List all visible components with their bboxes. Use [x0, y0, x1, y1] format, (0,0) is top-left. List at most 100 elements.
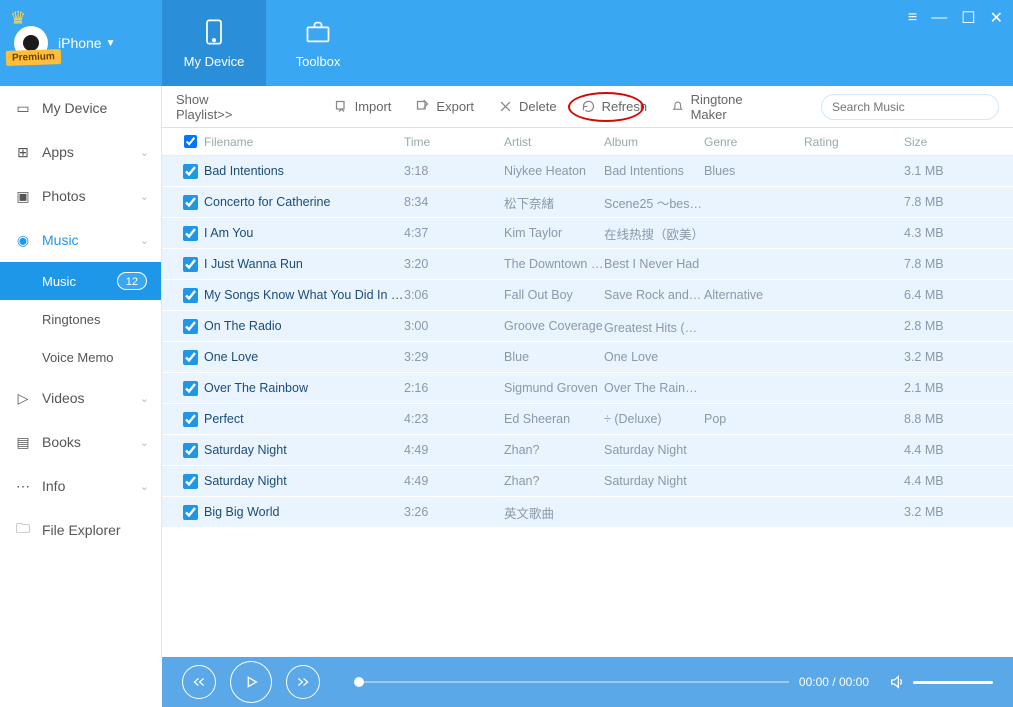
cell-size: 7.8 MB — [904, 257, 984, 271]
sidebar-item-label: Info — [42, 478, 65, 494]
row-checkbox[interactable] — [183, 381, 198, 396]
col-rating[interactable]: Rating — [804, 135, 904, 149]
col-artist[interactable]: Artist — [504, 135, 604, 149]
prev-button[interactable] — [182, 665, 216, 699]
sidebar-sub-voice-memo[interactable]: Voice Memo — [0, 338, 161, 376]
progress-bar[interactable]: 00:00 / 00:00 — [354, 675, 869, 689]
cell-artist: Ed Sheeran — [504, 412, 604, 426]
col-genre[interactable]: Genre — [704, 135, 804, 149]
cell-size: 4.3 MB — [904, 226, 984, 240]
volume-bar[interactable] — [913, 681, 993, 684]
device-selector[interactable]: iPhone ▼ — [58, 35, 116, 51]
table-row[interactable]: Saturday Night4:49Zhan?Saturday Night4.4… — [162, 435, 1013, 466]
cell-size: 4.4 MB — [904, 474, 984, 488]
menu-icon[interactable]: ≡ — [908, 8, 917, 28]
music-icon: ◉ — [14, 232, 32, 249]
show-playlist-link[interactable]: Show Playlist>> — [176, 92, 260, 122]
cell-artist: Zhan? — [504, 443, 604, 457]
cell-album: Saturday Night — [604, 474, 704, 488]
row-checkbox[interactable] — [183, 257, 198, 272]
row-checkbox[interactable] — [183, 319, 198, 334]
cell-album: Saturday Night — [604, 443, 704, 457]
cell-album: Scene25 ～best Of — [604, 193, 704, 212]
table-row[interactable]: My Songs Know What You Did In th...3:06F… — [162, 280, 1013, 311]
sidebar-item-books[interactable]: ▤ Books ⌄ — [0, 420, 161, 464]
row-checkbox[interactable] — [183, 443, 198, 458]
col-filename[interactable]: Filename — [204, 135, 404, 149]
sidebar-item-my-device[interactable]: ▭ My Device — [0, 86, 161, 130]
search-box[interactable] — [821, 94, 999, 120]
table-row[interactable]: Perfect4:23Ed Sheeran÷ (Deluxe)Pop8.8 MB — [162, 404, 1013, 435]
col-album[interactable]: Album — [604, 135, 704, 149]
select-all-checkbox[interactable] — [184, 135, 197, 148]
cell-artist: Sigmund Groven — [504, 381, 604, 395]
table-row[interactable]: One Love3:29BlueOne Love3.2 MB — [162, 342, 1013, 373]
header-tabs: My Device Toolbox — [162, 0, 370, 86]
delete-button[interactable]: Delete — [498, 99, 557, 114]
col-time[interactable]: Time — [404, 135, 504, 149]
row-checkbox[interactable] — [183, 164, 198, 179]
cell-size: 6.4 MB — [904, 288, 984, 302]
progress-knob[interactable] — [354, 677, 364, 687]
tab-my-device[interactable]: My Device — [162, 0, 266, 86]
cell-size: 4.4 MB — [904, 443, 984, 457]
sidebar-item-label: Apps — [42, 144, 74, 160]
row-checkbox[interactable] — [183, 474, 198, 489]
sidebar-item-label: Photos — [42, 188, 86, 204]
volume-control[interactable] — [889, 674, 993, 690]
col-size[interactable]: Size — [904, 135, 984, 149]
next-button[interactable] — [286, 665, 320, 699]
sidebar-item-label: Music — [42, 232, 79, 248]
refresh-button[interactable]: Refresh — [581, 99, 648, 114]
cell-album: Best I Never Had — [604, 257, 704, 271]
sidebar-item-file-explorer[interactable]: 🗀 File Explorer — [0, 508, 161, 552]
table-row[interactable]: I Just Wanna Run3:20The Downtown Fiction… — [162, 249, 1013, 280]
cell-size: 2.1 MB — [904, 381, 984, 395]
sidebar: ▭ My Device ⊞ Apps ⌄ ▣ Photos ⌄ ◉ Music … — [0, 86, 162, 657]
import-icon — [334, 99, 349, 114]
sidebar-item-music[interactable]: ◉ Music ⌄ — [0, 218, 161, 262]
cell-filename: Saturday Night — [204, 443, 404, 457]
cell-time: 4:49 — [404, 443, 504, 457]
minimize-button[interactable]: — — [931, 8, 947, 28]
sidebar-item-apps[interactable]: ⊞ Apps ⌄ — [0, 130, 161, 174]
table-row[interactable]: Big Big World3:26英文歌曲3.2 MB — [162, 497, 1013, 528]
cell-filename: Big Big World — [204, 505, 404, 519]
cell-size: 3.2 MB — [904, 505, 984, 519]
import-button[interactable]: Import — [334, 99, 392, 114]
logo-zone: ♛ Premium iPhone ▼ — [0, 0, 162, 86]
sidebar-item-videos[interactable]: ▷ Videos ⌄ — [0, 376, 161, 420]
time-display: 00:00 / 00:00 — [799, 675, 869, 689]
close-button[interactable]: ✕ — [990, 8, 1003, 28]
row-checkbox[interactable] — [183, 195, 198, 210]
cell-album: Bad Intentions — [604, 164, 704, 178]
play-button[interactable] — [230, 661, 272, 703]
table-row[interactable]: I Am You4:37Kim Taylor在线热搜（欧美）4.3 MB — [162, 218, 1013, 249]
table-row[interactable]: Concerto for Catherine8:34松下奈緒Scene25 ～b… — [162, 187, 1013, 218]
sidebar-item-photos[interactable]: ▣ Photos ⌄ — [0, 174, 161, 218]
chevron-down-icon: ⌄ — [140, 146, 149, 159]
row-checkbox[interactable] — [183, 505, 198, 520]
row-checkbox[interactable] — [183, 226, 198, 241]
sidebar-sub-ringtones[interactable]: Ringtones — [0, 300, 161, 338]
cell-time: 8:34 — [404, 195, 504, 209]
maximize-button[interactable]: ☐ — [961, 8, 975, 28]
sidebar-sub-music[interactable]: Music 12 — [0, 262, 161, 300]
search-input[interactable] — [832, 100, 987, 114]
cell-size: 2.8 MB — [904, 319, 984, 333]
device-icon — [200, 18, 228, 46]
table-row[interactable]: On The Radio3:00Groove CoverageGreatest … — [162, 311, 1013, 342]
table-row[interactable]: Saturday Night4:49Zhan?Saturday Night4.4… — [162, 466, 1013, 497]
row-checkbox[interactable] — [183, 350, 198, 365]
premium-badge: Premium — [6, 49, 61, 66]
row-checkbox[interactable] — [183, 288, 198, 303]
cell-album: Greatest Hits (精选 — [604, 317, 704, 336]
row-checkbox[interactable] — [183, 412, 198, 427]
table-row[interactable]: Bad Intentions3:18Niykee HeatonBad Inten… — [162, 156, 1013, 187]
table-row[interactable]: Over The Rainbow2:16Sigmund GrovenOver T… — [162, 373, 1013, 404]
cell-filename: One Love — [204, 350, 404, 364]
ringtone-maker-button[interactable]: Ringtone Maker — [671, 92, 773, 122]
sidebar-item-info[interactable]: ⋯ Info ⌄ — [0, 464, 161, 508]
tab-toolbox[interactable]: Toolbox — [266, 0, 370, 86]
export-button[interactable]: Export — [415, 99, 474, 114]
